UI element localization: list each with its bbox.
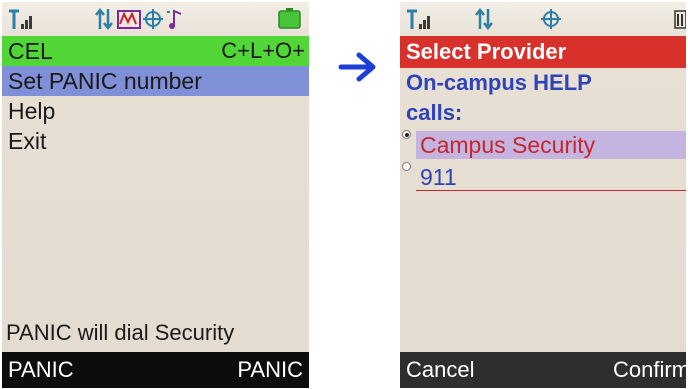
softkey-bar: PANIC PANIC [2, 352, 309, 388]
battery-icon [278, 7, 302, 31]
status-bar [2, 2, 309, 36]
cancel-softkey[interactable]: Cancel [406, 352, 474, 388]
option-label: 911 [416, 163, 686, 191]
signal-strength-icon [8, 7, 34, 31]
prompt-line: On-campus HELP [406, 70, 592, 95]
menu-item-label: Help [8, 98, 56, 124]
menu-item-exit[interactable]: Exit [2, 126, 309, 156]
softkey-bar: Cancel Confirm [400, 352, 686, 388]
phone-screen-select-provider: Select Provider On-campus HELP calls: Ca… [400, 2, 686, 388]
radio-button[interactable] [402, 162, 411, 171]
menu-item-help[interactable]: Help [2, 96, 309, 126]
radio-button-selected[interactable] [402, 130, 411, 139]
data-transfer-icon [94, 7, 114, 31]
data-transfer-icon [474, 7, 494, 31]
battery-icon [674, 7, 686, 31]
screen-title: Select Provider [400, 36, 686, 68]
phone-screen-main-menu: CEL C+L+O+ Set PANIC number Help Exit PA… [2, 2, 309, 388]
signal-strength-icon [406, 7, 432, 31]
menu-item-set-panic-number[interactable]: Set PANIC number [2, 66, 309, 96]
option-label: Campus Security [416, 131, 686, 159]
right-softkey-panic[interactable]: PANIC [237, 352, 303, 388]
voicemail-icon [117, 7, 141, 31]
panic-status-message: PANIC will dial Security [6, 320, 235, 345]
menu-item-cel[interactable]: CEL C+L+O+ [2, 36, 309, 66]
menu-item-label: Exit [8, 128, 47, 154]
menu-item-label: Set PANIC number [8, 68, 202, 94]
menu-item-shortcut: C+L+O+ [221, 38, 305, 63]
confirm-softkey[interactable]: Confirm [613, 352, 686, 388]
page: CEL C+L+O+ Set PANIC number Help Exit PA… [0, 0, 688, 389]
option-campus-security[interactable]: Campus Security [400, 128, 686, 160]
left-softkey-panic[interactable]: PANIC [8, 352, 74, 388]
prompt-line: calls: [406, 100, 463, 125]
gps-crosshair-icon [142, 7, 164, 31]
status-bar [400, 2, 686, 36]
option-911[interactable]: 911 [400, 160, 686, 192]
music-note-icon [165, 7, 185, 31]
gps-crosshair-icon [540, 7, 562, 31]
menu-item-label: CEL [8, 38, 53, 64]
provider-prompt: On-campus HELP calls: [400, 68, 686, 128]
right-arrow-icon [338, 52, 378, 82]
